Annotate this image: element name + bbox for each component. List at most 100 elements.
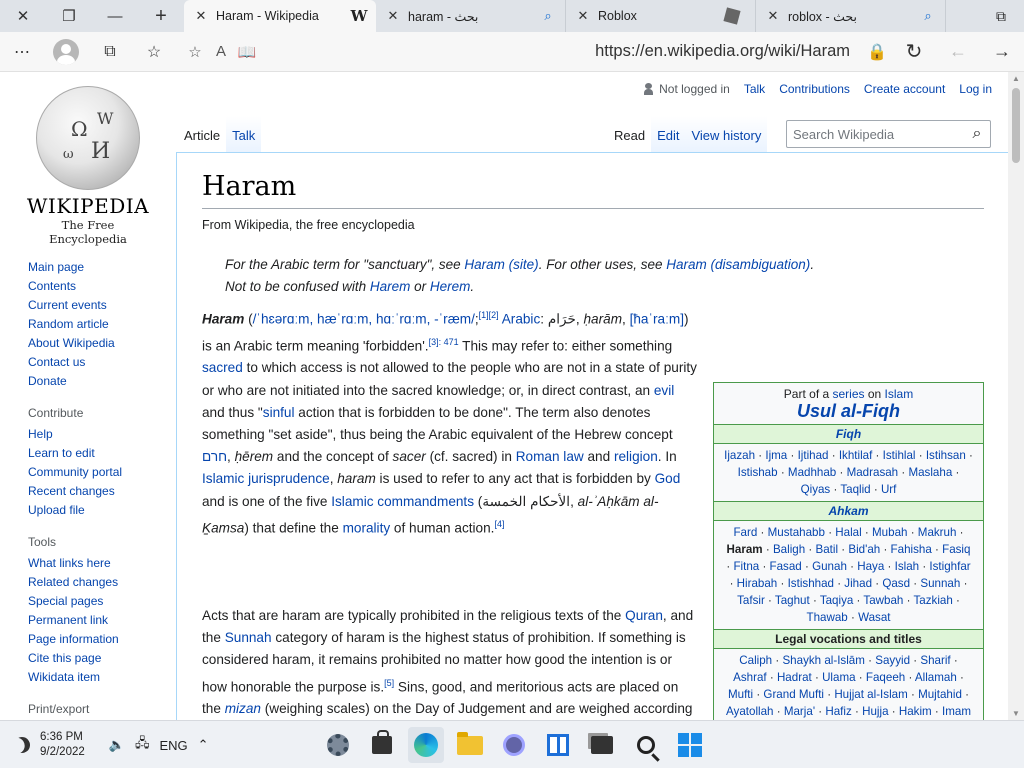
infobox-item[interactable]: Caliph xyxy=(739,654,772,667)
infobox-item[interactable]: Istishhad xyxy=(788,577,834,590)
close-tab-icon[interactable]: ✕ xyxy=(574,8,592,24)
infobox-item[interactable]: Mubah xyxy=(872,526,907,539)
infobox-item[interactable]: Bid'ah xyxy=(848,543,880,556)
infobox-item[interactable]: Ijazah xyxy=(724,449,755,462)
search-taskbar-icon[interactable] xyxy=(628,727,664,763)
sidebar-item-page-information[interactable]: Page information xyxy=(28,630,168,649)
refresh-icon[interactable]: ↻ xyxy=(892,32,936,72)
infobox-item[interactable]: Mustahabb xyxy=(768,526,825,539)
file-explorer-icon[interactable] xyxy=(452,727,488,763)
sidebar-item-wikidata-item[interactable]: Wikidata item xyxy=(28,668,168,687)
sidebar-item-community-portal[interactable]: Community portal xyxy=(28,463,168,482)
infobox-item[interactable]: Tazkiah xyxy=(913,594,952,607)
contributions-link[interactable]: Contributions xyxy=(779,82,850,96)
infobox-item[interactable]: Ikhtilaf xyxy=(839,449,873,462)
close-tab-icon[interactable]: ✕ xyxy=(764,8,782,24)
sidebar-item-learn-to-edit[interactable]: Learn to edit xyxy=(28,444,168,463)
infobox-item[interactable]: Wasat xyxy=(858,611,890,624)
infobox-item[interactable]: Mufti xyxy=(728,688,753,701)
infobox-item[interactable]: Ijtihad xyxy=(798,449,829,462)
close-tab-icon[interactable]: ✕ xyxy=(192,8,210,24)
forward-icon[interactable]: → xyxy=(980,32,1024,72)
infobox-item[interactable]: Thawab xyxy=(807,611,848,624)
address-bar[interactable]: ☆ A 📖 https://en.wikipedia.org/wiki/Hara… xyxy=(176,32,892,72)
tab-haram-wikipedia[interactable]: ✕ Haram - Wikipedia W xyxy=(184,0,376,32)
wikipedia-logo[interactable]: Ω W И ω Wikipedia The Free Encyclopedia xyxy=(26,86,150,246)
log-in-link[interactable]: Log in xyxy=(959,82,992,96)
infobox-item[interactable]: Mujtahid xyxy=(918,688,962,701)
tab-read[interactable]: Read xyxy=(608,116,651,152)
infobox-item[interactable]: Tafsir xyxy=(737,594,765,607)
read-aloud-icon[interactable]: A xyxy=(208,43,234,60)
sidebar-item-what-links-here[interactable]: What links here xyxy=(28,554,168,573)
infobox-item[interactable]: Hujja xyxy=(862,705,888,718)
restore-window-icon[interactable]: ❐ xyxy=(46,0,92,32)
infobox-item[interactable]: Istihsan xyxy=(926,449,966,462)
sidebar-item-random-article[interactable]: Random article xyxy=(28,315,168,334)
infobox-item[interactable]: Fasiq xyxy=(942,543,970,556)
infobox-item[interactable]: Ijma xyxy=(765,449,787,462)
harem-link[interactable]: Harem xyxy=(370,279,411,294)
infobox-item[interactable]: Istishab xyxy=(738,466,778,479)
create-account-link[interactable]: Create account xyxy=(864,82,945,96)
infobox-item[interactable]: Allamah xyxy=(915,671,957,684)
sidebar-item-contact-us[interactable]: Contact us xyxy=(28,353,168,372)
settings-more-icon[interactable]: ⋯ xyxy=(0,32,44,72)
tab-actions-icon[interactable]: ⧉ xyxy=(978,0,1024,32)
talk-link[interactable]: Talk xyxy=(744,82,765,96)
network-icon[interactable]: 🖧 xyxy=(135,734,150,756)
sidebar-item-main-page[interactable]: Main page xyxy=(28,258,168,277)
windows-start-icon[interactable] xyxy=(672,727,708,763)
sidebar-heading-print[interactable]: Print/export xyxy=(28,701,168,717)
page-scrollbar[interactable]: ▲ ▼ xyxy=(1008,72,1024,720)
volume-icon[interactable]: 🔈 xyxy=(109,737,125,753)
infobox-item[interactable]: Hadrat xyxy=(777,671,812,684)
infobox-item[interactable]: Fahisha xyxy=(891,543,932,556)
infobox-item[interactable]: Qasd xyxy=(882,577,910,590)
tab-talk[interactable]: Talk xyxy=(226,116,262,152)
collections-icon[interactable]: ⧉ xyxy=(88,32,132,72)
infobox-item[interactable]: Sharif xyxy=(920,654,950,667)
back-icon[interactable]: ← xyxy=(936,32,980,72)
new-tab-button[interactable]: + xyxy=(138,0,184,32)
settings-app-icon[interactable] xyxy=(320,727,356,763)
infobox-item[interactable]: Hakim xyxy=(899,705,932,718)
infobox-item[interactable]: Sayyid xyxy=(875,654,910,667)
url-text[interactable]: https://en.wikipedia.org/wiki/Haram xyxy=(260,42,862,61)
chevron-up-icon[interactable]: ⌃ xyxy=(198,737,209,753)
infobox-item[interactable]: Sunnah xyxy=(920,577,960,590)
infobox-item[interactable]: Madrasah xyxy=(847,466,899,479)
infobox-item[interactable]: Halal xyxy=(835,526,861,539)
infobox-item[interactable]: Istighfar xyxy=(929,560,970,573)
add-favorite-icon[interactable]: ☆ xyxy=(182,43,208,61)
infobox-item[interactable]: Gunah xyxy=(812,560,847,573)
infobox-item[interactable]: Batil xyxy=(815,543,838,556)
infobox-item[interactable]: Qiyas xyxy=(801,483,831,496)
sidebar-item-recent-changes[interactable]: Recent changes xyxy=(28,482,168,501)
infobox-item[interactable]: Istihlal xyxy=(883,449,916,462)
sidebar-item-help[interactable]: Help xyxy=(28,425,168,444)
infobox-item[interactable]: Fasad xyxy=(770,560,802,573)
infobox-item[interactable]: Imam xyxy=(942,705,971,718)
sidebar-item-special-pages[interactable]: Special pages xyxy=(28,592,168,611)
tab-edit[interactable]: Edit xyxy=(651,116,686,152)
infobox-item[interactable]: Grand Mufti xyxy=(763,688,824,701)
immersive-reader-icon[interactable]: 📖 xyxy=(234,43,260,61)
sidebar-item-about-wikipedia[interactable]: About Wikipedia xyxy=(28,334,168,353)
profile-button[interactable] xyxy=(44,32,88,72)
infobox-item[interactable]: Urf xyxy=(881,483,896,496)
infobox-item[interactable]: Islah xyxy=(895,560,920,573)
search-input[interactable]: Search Wikipedia ⌕ xyxy=(786,120,991,148)
infobox-item[interactable]: Haya xyxy=(857,560,884,573)
scrollbar-thumb[interactable] xyxy=(1012,88,1020,163)
infobox-item[interactable]: Ashraf xyxy=(733,671,767,684)
islam-link[interactable]: Islam xyxy=(885,387,914,401)
sidebar-item-cite-this-page[interactable]: Cite this page xyxy=(28,649,168,668)
herem-link[interactable]: Herem xyxy=(430,279,471,294)
night-light-icon[interactable] xyxy=(11,734,33,756)
sidebar-item-current-events[interactable]: Current events xyxy=(28,296,168,315)
teams-chat-icon[interactable] xyxy=(496,727,532,763)
widgets-icon[interactable] xyxy=(540,727,576,763)
infobox-item[interactable]: Taghut xyxy=(775,594,810,607)
infobox-section-heading[interactable]: Fiqh xyxy=(714,424,983,444)
